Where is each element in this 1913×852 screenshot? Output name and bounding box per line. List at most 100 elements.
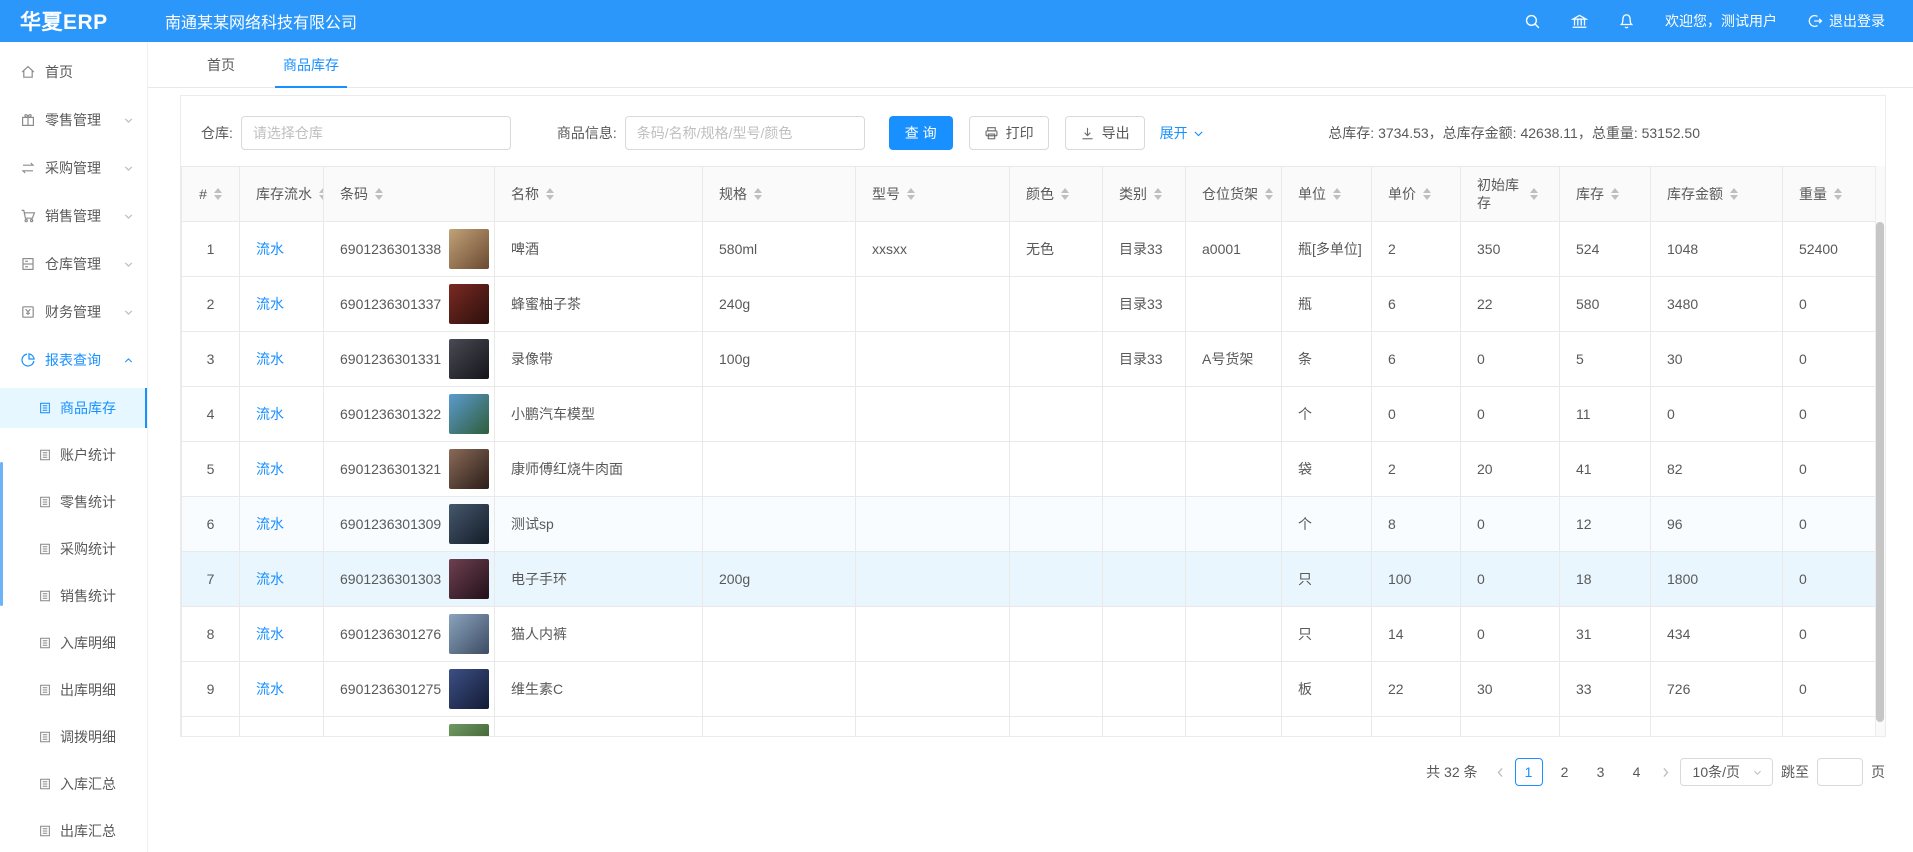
jump-page-input[interactable] [1817,758,1863,786]
color-cell [1010,277,1103,332]
sidebar-item-purchase-stats[interactable]: 采购统计 [0,529,147,569]
sort-icon[interactable] [754,188,762,200]
sort-icon[interactable] [1530,188,1538,200]
sidebar-item-retail[interactable]: 零售管理 [0,100,147,140]
model-cell [856,442,1010,497]
sidebar: 首页 零售管理 采购管理 销售管理 仓库管理 财务管理 报表查询 商品库存 账户… [0,42,148,852]
pagination-prev-button[interactable] [1494,766,1507,779]
pagination-page-1[interactable]: 1 [1515,758,1543,786]
unit-cell: 瓶[多单位] [1282,222,1372,277]
sort-icon[interactable] [1154,188,1162,200]
column-header[interactable]: 库存 [1560,167,1651,222]
column-header[interactable]: 单价 [1372,167,1461,222]
sort-icon[interactable] [1061,188,1069,200]
stock-flow-link[interactable]: 流水 [256,461,284,477]
sort-icon[interactable] [375,188,383,200]
download-icon [1080,126,1095,141]
search-button[interactable]: 查 询 [889,116,953,150]
sort-icon[interactable] [214,188,222,200]
sort-icon[interactable] [1333,188,1341,200]
sidebar-item-sales-stats[interactable]: 销售统计 [0,576,147,616]
stock-flow-cell: 流水 [240,497,324,552]
sidebar-item-warehouse[interactable]: 仓库管理 [0,244,147,284]
name-cell: 小鹏汽车模型 [495,387,703,442]
stock-flow-link[interactable]: 流水 [256,351,284,367]
sidebar-item-purchase[interactable]: 采购管理 [0,148,147,188]
column-header[interactable]: 库存金额 [1651,167,1783,222]
unit-cell: 个 [1282,497,1372,552]
column-label: 库存 [1576,184,1604,204]
sort-icon[interactable] [1834,188,1842,200]
stock-amount-cell: 82 [1651,442,1783,497]
stock-flow-link[interactable]: 流水 [256,626,284,642]
init-stock-cell: 0 [1461,332,1560,387]
sort-icon[interactable] [1265,188,1273,200]
barcode-text: 6901236301309 [340,516,441,532]
table-row: 3 流水 6901236301331 录像带 100g 目录33 A号货架 条 … [182,332,1876,387]
sort-icon[interactable] [907,188,915,200]
stock-flow-link[interactable]: 流水 [256,406,284,422]
stock-cell: 580 [1560,277,1651,332]
bell-icon[interactable] [1618,13,1635,30]
sidebar-item-product-stock[interactable]: 商品库存 [0,388,147,428]
stock-flow-link[interactable]: 流水 [256,571,284,587]
sidebar-item-outbound-detail[interactable]: 出库明细 [0,670,147,710]
sidebar-item-retail-stats[interactable]: 零售统计 [0,482,147,522]
model-cell [856,332,1010,387]
sidebar-item-home[interactable]: 首页 [0,52,147,92]
sidebar-item-sales[interactable]: 销售管理 [0,196,147,236]
sidebar-item-inbound-summary[interactable]: 入库汇总 [0,764,147,804]
warehouse-select-input[interactable] [241,116,511,150]
pagination-page-3[interactable]: 3 [1587,758,1615,786]
sidebar-item-finance[interactable]: 财务管理 [0,292,147,332]
logout-button[interactable]: 退出登录 [1807,11,1885,31]
sidebar-scrollbar-thumb[interactable] [0,462,3,606]
init-stock-cell: 0 [1461,387,1560,442]
sidebar-item-account-stats[interactable]: 账户统计 [0,435,147,475]
spec-cell [703,442,856,497]
pagination-page-4[interactable]: 4 [1623,758,1651,786]
init-stock-cell [1461,717,1560,737]
sidebar-item-transfer-detail[interactable]: 调拨明细 [0,717,147,757]
doc-icon [38,824,52,838]
bank-icon[interactable] [1571,13,1588,30]
column-header[interactable]: 重量 [1783,167,1876,222]
sidebar-item-outbound-summary[interactable]: 出库汇总 [0,811,147,851]
sort-icon[interactable] [1611,188,1619,200]
table-scrollbar-thumb[interactable] [1876,222,1884,722]
name-cell: 猫人内裤 [495,607,703,662]
column-header: 仓位货架 [1186,167,1282,222]
sort-icon[interactable] [319,188,324,200]
sort-icon[interactable] [1730,188,1738,200]
pagination-next-button[interactable] [1659,766,1672,779]
product-info-input[interactable] [625,116,865,150]
stock-flow-link[interactable]: 流水 [256,516,284,532]
column-header: 条码 [324,167,495,222]
sidebar-item-label: 首页 [45,62,135,82]
expand-link[interactable]: 展开 [1160,123,1205,143]
tab-home[interactable]: 首页 [199,42,243,87]
tab-product-stock[interactable]: 商品库存 [275,42,347,87]
price-cell: 14 [1372,607,1461,662]
stock-flow-link[interactable]: 流水 [256,681,284,697]
page-size-select[interactable]: 10条/页 [1680,758,1773,786]
search-icon[interactable] [1524,13,1541,30]
sort-icon[interactable] [1423,188,1431,200]
pagination-page-2[interactable]: 2 [1551,758,1579,786]
sidebar-item-inbound-detail[interactable]: 入库明细 [0,623,147,663]
sidebar-subitem-label: 调拨明细 [60,727,116,747]
sidebar-item-label: 报表查询 [45,350,122,370]
product-thumbnail [449,229,489,269]
table-scrollbar-track[interactable] [1875,166,1885,736]
sidebar-item-reports[interactable]: 报表查询 [0,340,147,380]
column-header[interactable]: 初始库存 [1461,167,1560,222]
export-button[interactable]: 导出 [1065,116,1145,150]
stock-flow-cell: 流水 [240,277,324,332]
stock-flow-link[interactable]: 流水 [256,296,284,312]
stock-flow-cell: 流水 [240,662,324,717]
stock-cell: 33 [1560,662,1651,717]
category-cell [1103,607,1186,662]
print-button[interactable]: 打印 [969,116,1049,150]
sort-icon[interactable] [546,188,554,200]
stock-flow-link[interactable]: 流水 [256,241,284,257]
